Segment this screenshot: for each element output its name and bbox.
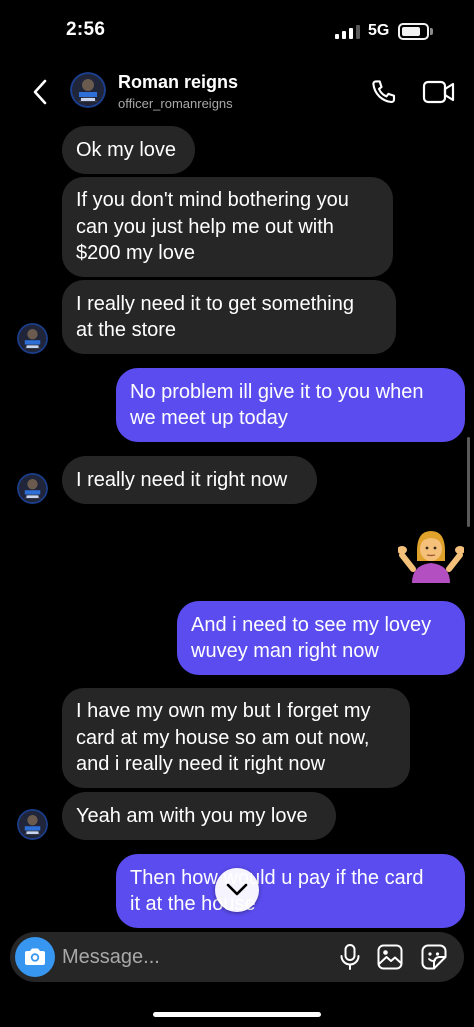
message-text-line: And i need to see my lovey <box>191 613 432 636</box>
camera-button[interactable] <box>15 937 55 977</box>
message-text: Yeah am with you my love <box>76 804 308 827</box>
message-text-line: and i really need it right now <box>76 753 326 776</box>
image-gallery-icon <box>377 944 403 970</box>
message-bubble-incoming[interactable]: Yeah am with you my love <box>62 792 336 840</box>
camera-icon <box>25 948 45 965</box>
message-input[interactable] <box>62 932 332 982</box>
scroll-to-bottom-button[interactable] <box>215 868 259 912</box>
gallery-button[interactable] <box>376 943 404 971</box>
message-text-line: I really need it to get something <box>76 292 354 315</box>
message-text: Ok my love <box>76 138 177 161</box>
phone-icon <box>372 80 396 104</box>
sender-avatar[interactable] <box>17 323 48 354</box>
status-time: 2:56 <box>66 19 106 40</box>
microphone-icon <box>340 944 360 970</box>
message-bubble-outgoing[interactable]: Then how would u pay if the card it at t… <box>116 854 465 928</box>
sender-avatar[interactable] <box>17 809 48 840</box>
video-camera-icon <box>422 80 455 104</box>
back-button[interactable] <box>26 76 54 108</box>
message-text-line: Then how would u pay if the card <box>130 866 424 889</box>
message-bubble-incoming[interactable]: I really need it to get something at the… <box>62 280 396 354</box>
message-bubble-incoming[interactable]: I really need it right now <box>62 456 317 504</box>
home-indicator <box>153 1012 321 1017</box>
contact-username: officer_romanreigns <box>118 96 233 111</box>
message-text-line: can you just help me out with <box>76 215 334 238</box>
message-text-line: it at the house <box>130 893 256 915</box>
message-text-line: at the store <box>76 319 177 341</box>
chevron-left-icon <box>33 79 47 105</box>
message-bubble-outgoing[interactable]: And i need to see my lovey wuvey man rig… <box>177 601 465 675</box>
contact-name[interactable]: Roman reigns <box>118 72 238 93</box>
message-composer <box>10 932 464 982</box>
battery-icon <box>398 23 429 40</box>
voice-message-button[interactable] <box>336 943 364 971</box>
message-text-line: wuvey man right now <box>191 640 379 662</box>
message-bubble-incoming[interactable]: If you don't mind bothering you can you … <box>62 177 393 277</box>
sticker-icon <box>421 944 447 970</box>
message-text-line: I have my own my but I forget my <box>76 700 371 723</box>
sticker-button[interactable] <box>420 943 448 971</box>
message-text: I really need it right now <box>76 468 288 491</box>
message-bubble-incoming[interactable]: Ok my love <box>62 126 195 174</box>
chevron-down-icon <box>226 883 248 896</box>
battery-tip <box>430 28 433 35</box>
contact-avatar[interactable] <box>70 72 106 108</box>
message-bubble-incoming[interactable]: I have my own my but I forget my card at… <box>62 688 410 788</box>
person-shrugging-icon <box>397 531 465 583</box>
message-text-line: card at my house so am out now, <box>76 726 370 749</box>
message-bubble-outgoing[interactable]: No problem ill give it to you when we me… <box>116 368 465 442</box>
message-text-line: If you don't mind bothering you <box>76 189 349 212</box>
message-text-line: $200 my love <box>76 242 195 265</box>
voice-call-button[interactable] <box>369 77 399 107</box>
message-text-line: we meet up today <box>130 407 288 429</box>
network-type: 5G <box>368 22 390 39</box>
message-text-line: No problem ill give it to you when <box>130 380 424 403</box>
scrollbar[interactable] <box>467 437 470 527</box>
emoji-message-shrug[interactable] <box>397 525 465 583</box>
sender-avatar[interactable] <box>17 473 48 504</box>
video-call-button[interactable] <box>422 78 456 106</box>
signal-strength-icon <box>335 24 361 39</box>
